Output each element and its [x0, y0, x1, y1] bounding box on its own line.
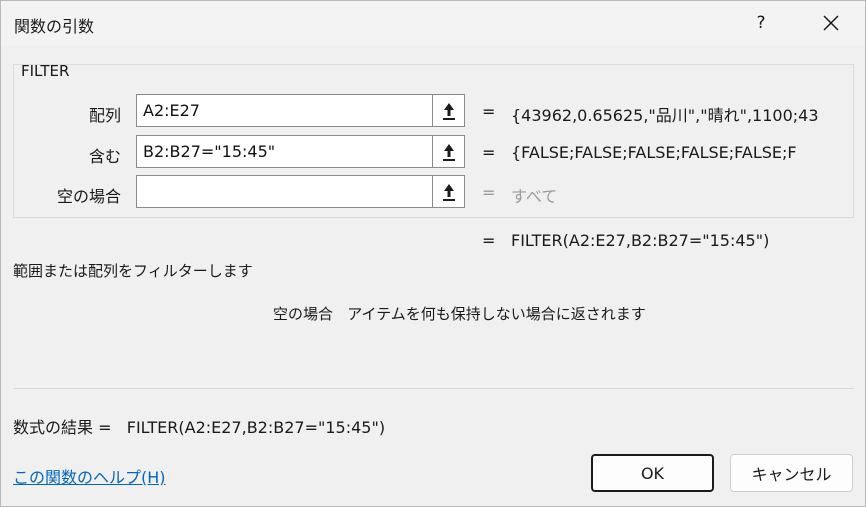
- arg-result-include: {FALSE;FALSE;FALSE;FALSE;FALSE;F: [511, 143, 797, 162]
- function-arguments-dialog: 関数の引数 ? FILTER 配列 A2:E27 = {43962,0.6562…: [0, 0, 866, 507]
- collapse-dialog-icon: [442, 102, 455, 120]
- equals-sign: =: [482, 102, 496, 121]
- collapse-dialog-icon: [442, 143, 455, 161]
- close-button[interactable]: [801, 1, 861, 45]
- cancel-button[interactable]: キャンセル: [730, 454, 853, 492]
- arg-result-array: {43962,0.65625,"品川","晴れ",1100;43: [511, 106, 819, 125]
- arg-input-array[interactable]: A2:E27: [136, 94, 433, 127]
- collapse-button-if-empty[interactable]: [433, 175, 465, 208]
- collapse-button-include[interactable]: [433, 135, 465, 168]
- arg-label-include: 含む: [88, 147, 121, 166]
- close-icon: [823, 15, 839, 31]
- arg-input-if-empty[interactable]: [136, 175, 433, 208]
- formula-result-line: 数式の結果 = FILTER(A2:E27,B2:B27="15:45"): [13, 418, 386, 437]
- formula-result: FILTER(A2:E27,B2:B27="15:45"): [511, 231, 770, 250]
- arg-result-if-empty: すべて: [511, 187, 558, 206]
- function-description: 範囲または配列をフィルターします: [13, 262, 253, 280]
- divider: [13, 388, 854, 389]
- equals-sign: =: [482, 231, 496, 250]
- title-bar: 関数の引数 ?: [1, 1, 865, 45]
- ok-button[interactable]: OK: [591, 454, 714, 492]
- help-glyph: ?: [756, 13, 766, 33]
- collapse-dialog-icon: [442, 183, 455, 201]
- argument-description: 空の場合 アイテムを何も保持しない場合に返されます: [273, 305, 646, 323]
- equals-sign: =: [482, 183, 496, 202]
- collapse-button-array[interactable]: [433, 94, 465, 127]
- arg-label-if-empty: 空の場合: [56, 187, 121, 206]
- dialog-title: 関数の引数: [14, 17, 95, 36]
- function-help-link[interactable]: この関数のヘルプ(H): [13, 464, 166, 488]
- arg-label-array: 配列: [88, 106, 121, 125]
- equals-sign: =: [482, 143, 496, 162]
- function-name: FILTER: [21, 62, 70, 80]
- help-button[interactable]: ?: [736, 1, 786, 45]
- arg-input-include[interactable]: B2:B27="15:45": [136, 135, 433, 168]
